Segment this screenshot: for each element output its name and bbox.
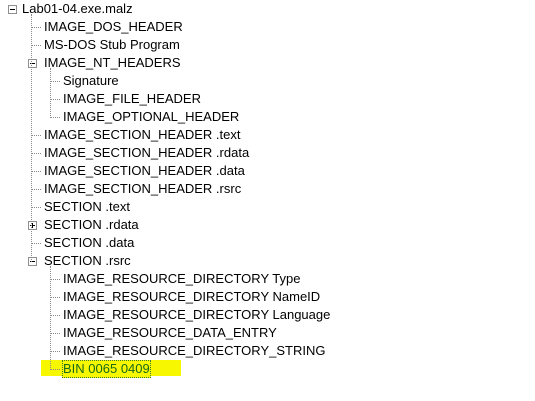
- tree-connector-line: [51, 117, 60, 118]
- expand-toggle-section-rdata[interactable]: [28, 221, 37, 230]
- tree-node-file-header[interactable]: IMAGE_FILE_HEADER: [62, 90, 202, 108]
- tree-connector-line: [32, 153, 41, 154]
- tree-node-res-dir-language[interactable]: IMAGE_RESOURCE_DIRECTORY Language: [62, 306, 331, 324]
- tree-node-section-rdata[interactable]: SECTION .rdata: [43, 216, 140, 234]
- expand-toggle-root[interactable]: [8, 5, 17, 14]
- tree-node-res-dir-string[interactable]: IMAGE_RESOURCE_DIRECTORY_STRING: [62, 342, 326, 360]
- tree-connector-line: [32, 27, 41, 28]
- tree-node-res-data-entry[interactable]: IMAGE_RESOURCE_DATA_ENTRY: [62, 324, 278, 342]
- pe-structure-tree[interactable]: Lab01-04.exe.malz IMAGE_DOS_HEADER MS-DOS …: [0, 0, 535, 401]
- plus-bar: [32, 223, 33, 228]
- tree-node-res-dir-nameid[interactable]: IMAGE_RESOURCE_DIRECTORY NameID: [62, 288, 321, 306]
- tree-connector-line: [50, 68, 51, 118]
- tree-connector-line: [32, 207, 41, 208]
- tree-node-signature[interactable]: Signature: [62, 72, 120, 90]
- tree-node-section-header-rsrc[interactable]: IMAGE_SECTION_HEADER .rsrc: [43, 180, 242, 198]
- tree-node-section-header-data[interactable]: IMAGE_SECTION_HEADER .data: [43, 162, 246, 180]
- tree-node-section-header-rdata[interactable]: IMAGE_SECTION_HEADER .rdata: [43, 144, 250, 162]
- tree-connector-line: [51, 279, 60, 280]
- tree-connector-line: [50, 266, 51, 370]
- tree-connector-line: [32, 45, 41, 46]
- tree-connector-line: [51, 351, 60, 352]
- tree-node-bin-0065-0409[interactable]: BIN 0065 0409: [62, 360, 151, 378]
- tree-node-section-data[interactable]: SECTION .data: [43, 234, 135, 252]
- tree-node-section-text[interactable]: SECTION .text: [43, 198, 131, 216]
- tree-connector-line: [32, 189, 41, 190]
- tree-connector-line: [32, 135, 41, 136]
- tree-node-dos-stub[interactable]: MS-DOS Stub Program: [43, 36, 181, 54]
- tree-node-section-header-text[interactable]: IMAGE_SECTION_HEADER .text: [43, 126, 242, 144]
- tree-node-nt-headers[interactable]: IMAGE_NT_HEADERS: [43, 54, 182, 72]
- minus-bar: [10, 9, 15, 10]
- tree-connector-line: [51, 315, 60, 316]
- tree-connector-line: [31, 14, 32, 262]
- tree-connector-line: [51, 369, 60, 370]
- tree-connector-line: [51, 99, 60, 100]
- tree-connector-line: [32, 243, 41, 244]
- tree-node-optional-header[interactable]: IMAGE_OPTIONAL_HEADER: [62, 108, 240, 126]
- tree-connector-line: [51, 297, 60, 298]
- tree-root-node[interactable]: Lab01-04.exe.malz: [21, 0, 134, 18]
- tree-connector-line: [51, 81, 60, 82]
- tree-node-dos-header[interactable]: IMAGE_DOS_HEADER: [43, 18, 184, 36]
- expand-toggle-section-rsrc[interactable]: [28, 257, 37, 266]
- tree-connector-line: [32, 171, 41, 172]
- tree-node-section-rsrc[interactable]: SECTION .rsrc: [43, 252, 132, 270]
- tree-node-res-dir-type[interactable]: IMAGE_RESOURCE_DIRECTORY Type: [62, 270, 301, 288]
- expand-toggle-nt-headers[interactable]: [28, 59, 37, 68]
- tree-connector-line: [51, 333, 60, 334]
